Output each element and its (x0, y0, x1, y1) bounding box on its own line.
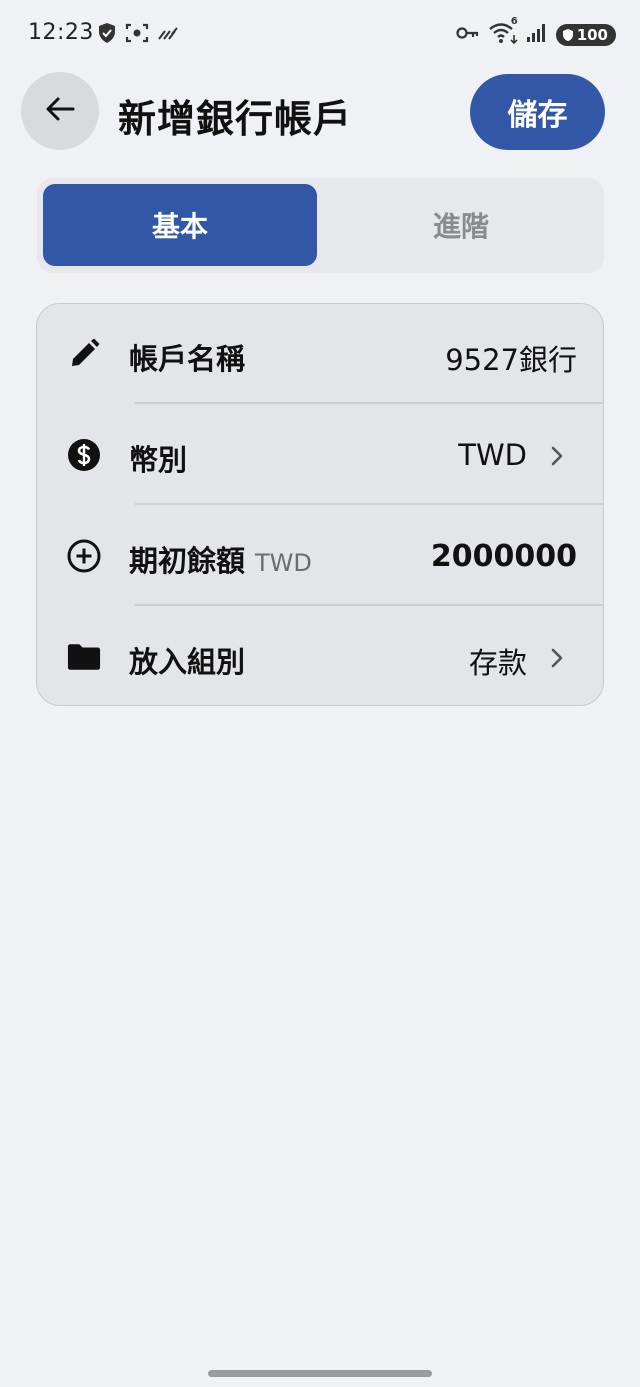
currency-value: TWD (458, 438, 527, 472)
opening-balance-label: 期初餘額 TWD (129, 538, 312, 580)
cell-signal-icon (526, 23, 548, 47)
network-generation-label: 6 (510, 16, 518, 27)
currency-row[interactable]: 幣別 TWD (37, 405, 603, 505)
opening-balance-currency: TWD (255, 549, 312, 577)
group-row[interactable]: 放入組別 存款 (37, 607, 603, 705)
account-name-label: 帳戶名稱 (129, 342, 246, 376)
plus-circle-icon (67, 539, 101, 573)
folder-icon (67, 640, 101, 674)
status-bar: 12:23 6 100 (0, 0, 640, 68)
tab-basic[interactable]: 基本 (43, 184, 317, 266)
home-indicator[interactable] (208, 1370, 432, 1377)
row-divider (135, 402, 603, 404)
row-divider (135, 604, 603, 606)
tab-bar: 基本 進階 (37, 178, 604, 273)
opening-balance-value[interactable]: 2000000 (431, 539, 577, 574)
signal-lines-icon (157, 25, 179, 45)
status-left-icons (97, 22, 179, 48)
back-button[interactable] (21, 72, 99, 150)
wifi-icon: 6 (488, 16, 518, 48)
battery-icon: 100 (555, 24, 616, 46)
status-right-icons: 6 100 (456, 16, 616, 48)
shield-icon (97, 22, 117, 48)
screenshot-icon (125, 22, 149, 48)
currency-label: 幣別 (129, 443, 188, 477)
key-icon (456, 25, 480, 45)
status-time: 12:23 (28, 20, 94, 45)
group-label: 放入組別 (129, 645, 246, 679)
screen: 12:23 6 100 新增銀行帳戶 儲存 基本 進階 帳戶名稱 9527銀行 … (0, 0, 640, 1387)
account-name-value: 9527銀行 (445, 343, 577, 377)
pencil-icon (67, 337, 101, 371)
chevron-right-icon (547, 646, 567, 670)
opening-balance-row[interactable]: 期初餘額 TWD 2000000 (37, 506, 603, 606)
group-value: 存款 (468, 646, 527, 680)
tab-advanced[interactable]: 進階 (324, 184, 598, 266)
row-divider (135, 503, 603, 505)
arrow-left-icon (45, 96, 75, 126)
save-button[interactable]: 儲存 (470, 74, 605, 150)
page-title: 新增銀行帳戶 (118, 97, 353, 141)
chevron-right-icon (547, 444, 567, 468)
account-form-card: 帳戶名稱 9527銀行 幣別 TWD 期初餘額 TWD 2000000 放入組別… (36, 303, 604, 706)
dollar-circle-icon (67, 438, 101, 472)
battery-level: 100 (576, 26, 608, 44)
account-name-row[interactable]: 帳戶名稱 9527銀行 (37, 304, 603, 404)
opening-balance-label-text: 期初餘額 (129, 544, 246, 578)
